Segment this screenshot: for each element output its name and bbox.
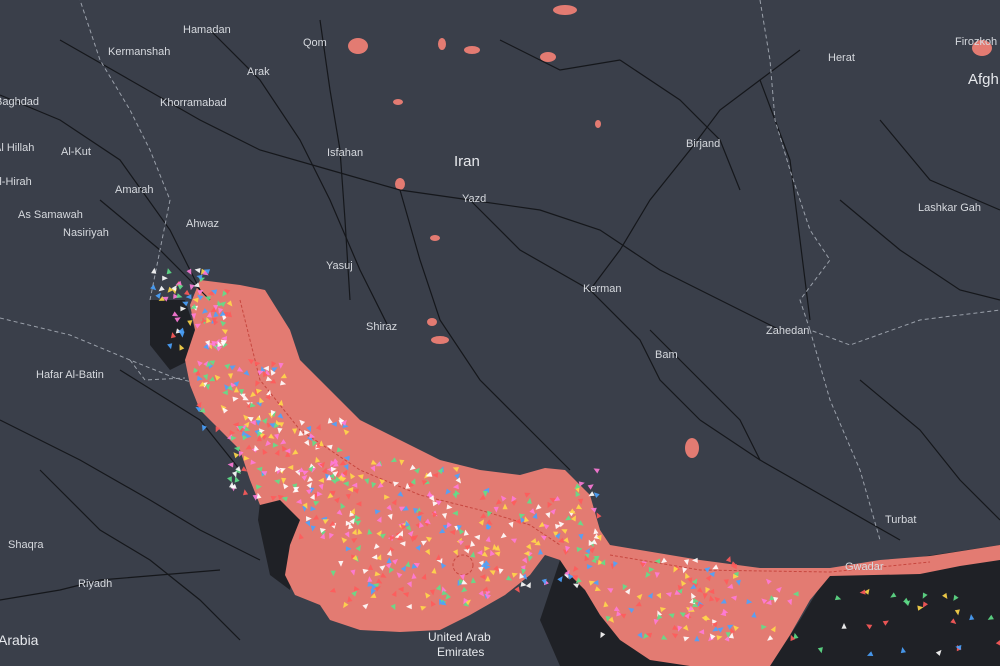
label-ahwaz: Ahwaz	[186, 218, 219, 230]
label-hafar: Hafar Al-Batin	[36, 369, 104, 381]
label-turbat: Turbat	[885, 514, 916, 526]
label-nasiriyah: Nasiriyah	[63, 227, 109, 239]
label-arabia: Arabia	[0, 632, 39, 648]
label-qom: Qom	[303, 37, 327, 49]
label-uae-line1: United Arab	[428, 630, 491, 644]
label-herat: Herat	[828, 52, 855, 64]
label-gwadar: Gwadar	[845, 561, 884, 573]
label-hillah: Al Hillah	[0, 142, 34, 154]
label-bam: Bam	[655, 349, 678, 361]
label-khorramabad: Khorramabad	[160, 97, 227, 109]
label-yasuj: Yasuj	[326, 260, 353, 272]
label-uae-line2: Emirates	[437, 645, 484, 659]
label-lashkargah: Lashkar Gah	[918, 202, 981, 214]
label-alkut: Al-Kut	[61, 146, 91, 158]
label-firozkoh: Firozkoh	[955, 36, 997, 48]
map-canvas[interactable]: Hamadan Kermanshah Qom Arak Firozkoh Her…	[0, 0, 1000, 666]
label-yazd: Yazd	[462, 193, 486, 205]
label-amarah: Amarah	[115, 184, 154, 196]
label-shaqra: Shaqra	[8, 539, 44, 551]
label-hirah: Al-Hirah	[0, 176, 32, 188]
label-riyadh: Riyadh	[78, 578, 112, 590]
label-samawah: As Samawah	[18, 209, 83, 221]
label-shiraz: Shiraz	[366, 321, 397, 333]
label-iran: Iran	[454, 153, 480, 170]
label-zahedan: Zahedan	[766, 325, 809, 337]
label-isfahan: Isfahan	[327, 147, 363, 159]
label-kermanshah: Kermanshah	[108, 46, 170, 58]
label-baghdad: Baghdad	[0, 96, 39, 108]
label-birjand: Birjand	[686, 138, 720, 150]
label-arak: Arak	[247, 66, 270, 78]
label-kerman: Kerman	[583, 283, 622, 295]
label-afgh: Afgh	[968, 71, 999, 88]
label-hamadan: Hamadan	[183, 24, 231, 36]
